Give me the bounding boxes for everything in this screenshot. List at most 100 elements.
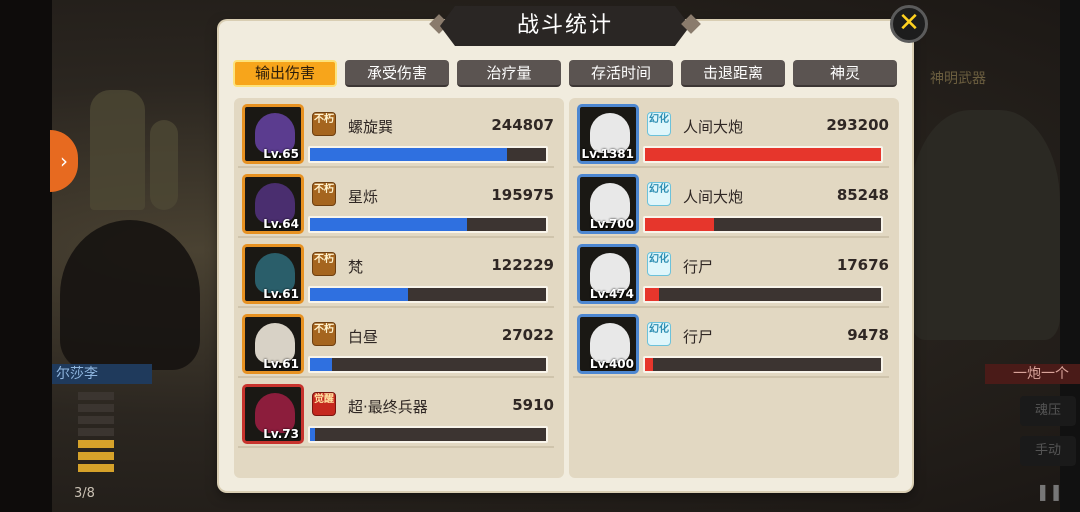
unit-row: Lv.73 觉醒 超·最终兵器 5910: [234, 378, 564, 448]
unit-level: Lv.61: [263, 357, 299, 371]
unit-row: Lv.400 幻化 行尸 9478: [569, 308, 899, 378]
row-divider: [238, 446, 554, 448]
unit-avatar[interactable]: Lv.474: [577, 244, 639, 304]
unit-avatar[interactable]: Lv.400: [577, 314, 639, 374]
row-divider: [573, 376, 889, 378]
rarity-badge: 幻化: [647, 252, 671, 276]
unit-name: 超·最终兵器: [348, 398, 428, 416]
close-icon[interactable]: ✕: [890, 5, 928, 43]
rarity-badge: 不朽: [312, 182, 336, 206]
energy-segment: [78, 428, 114, 436]
scene-creature-shadow: [60, 220, 200, 370]
manual-mode-button[interactable]: 手动: [1020, 436, 1076, 466]
energy-meter: [78, 392, 116, 482]
energy-count: 3/8: [74, 486, 95, 501]
stat-bar-fill: [310, 358, 332, 371]
stat-bar-fill: [645, 288, 660, 301]
unit-avatar[interactable]: Lv.1381: [577, 104, 639, 164]
unit-row: Lv.700 幻化 人间大炮 85248: [569, 168, 899, 238]
unit-avatar[interactable]: Lv.61: [242, 244, 304, 304]
unit-row: Lv.1381 幻化 人间大炮 293200: [569, 98, 899, 168]
unit-name: 星烁: [348, 188, 379, 206]
scene-left-edge: [0, 0, 52, 512]
unit-level: Lv.700: [589, 217, 634, 231]
stat-bar-fill: [645, 358, 653, 371]
stat-bar: [308, 146, 548, 163]
stat-bar: [643, 356, 883, 373]
unit-name: 人间大炮: [683, 118, 744, 136]
enemy-column: Lv.1381 幻化 人间大炮 293200 Lv.700 幻化 人间大炮 85248 Lv.4…: [569, 98, 899, 478]
unit-level: Lv.65: [263, 147, 299, 161]
energy-segment: [78, 416, 114, 424]
unit-avatar[interactable]: Lv.64: [242, 174, 304, 234]
rarity-badge: 不朽: [312, 112, 336, 136]
unit-name: 螺旋巽: [348, 118, 394, 136]
unit-stat-value: 293200: [826, 116, 889, 134]
unit-stat-value: 195975: [491, 186, 554, 204]
unit-stat-value: 27022: [501, 326, 554, 344]
unit-avatar[interactable]: Lv.61: [242, 314, 304, 374]
unit-name: 人间大炮: [683, 188, 744, 206]
tab-damage-dealt[interactable]: 输出伤害: [233, 60, 337, 87]
ally-column: Lv.65 不朽 螺旋巽 244807 Lv.64 不朽 星烁 195975 Lv.61 不朽梵 1…: [234, 98, 564, 478]
stat-bar-fill: [310, 428, 315, 441]
stat-bar: [308, 286, 548, 303]
pause-icon[interactable]: ❚❚: [1036, 482, 1063, 501]
stat-bar: [643, 216, 883, 233]
unit-avatar[interactable]: Lv.700: [577, 174, 639, 234]
stat-bar-fill: [645, 218, 714, 231]
unit-name: 梵: [348, 258, 364, 276]
stat-bar-fill: [310, 288, 409, 301]
unit-stat-value: 85248: [836, 186, 889, 204]
unit-level: Lv.474: [589, 287, 634, 301]
unit-name: 白昼: [348, 328, 379, 346]
scene-right-creature: [910, 110, 1060, 340]
unit-row: Lv.474 幻化 行尸 17676: [569, 238, 899, 308]
stat-bar: [643, 146, 883, 163]
stat-bar: [643, 286, 883, 303]
unit-avatar[interactable]: Lv.65: [242, 104, 304, 164]
tab-deity[interactable]: 神灵: [793, 60, 897, 87]
soul-pressure-button[interactable]: 魂压: [1020, 396, 1076, 426]
stat-tabs: 输出伤害 承受伤害 治疗量 存活时间 击退距离 神灵: [233, 60, 903, 88]
unit-level: Lv.64: [263, 217, 299, 231]
stat-bar: [308, 216, 548, 233]
tab-knockback-distance[interactable]: 击退距离: [681, 60, 785, 87]
unit-level: Lv.73: [263, 427, 299, 441]
rarity-badge: 不朽: [312, 252, 336, 276]
unit-level: Lv.400: [589, 357, 634, 371]
unit-row: Lv.61 不朽 白昼 27022: [234, 308, 564, 378]
unit-stat-value: 122229: [491, 256, 554, 274]
rarity-badge: 觉醒: [312, 392, 336, 416]
tab-healing[interactable]: 治疗量: [457, 60, 561, 87]
energy-segment: [78, 452, 114, 460]
tab-survival-time[interactable]: 存活时间: [569, 60, 673, 87]
stat-bar-fill: [310, 218, 468, 231]
unit-stat-value: 244807: [491, 116, 554, 134]
panel-title: 战斗统计: [440, 6, 690, 46]
energy-segment: [78, 392, 114, 400]
unit-row: Lv.61 不朽梵 122229: [234, 238, 564, 308]
unit-stat-value: 5910: [512, 396, 554, 414]
rarity-badge: 幻化: [647, 322, 671, 346]
energy-segment: [78, 404, 114, 412]
player-right-name: 一炮一个: [985, 364, 1080, 384]
energy-segment: [78, 440, 114, 448]
stat-bar-fill: [310, 148, 507, 161]
rarity-badge: 幻化: [647, 112, 671, 136]
stat-bar: [308, 426, 548, 443]
stat-bar: [308, 356, 548, 373]
stat-bar-fill: [645, 148, 881, 161]
unit-name: 行尸: [683, 328, 714, 346]
unit-name: 行尸: [683, 258, 714, 276]
unit-stat-value: 17676: [836, 256, 889, 274]
unit-row: Lv.64 不朽 星烁 195975: [234, 168, 564, 238]
unit-stat-value: 9478: [847, 326, 889, 344]
unit-avatar[interactable]: Lv.73: [242, 384, 304, 444]
scene-cactus-arm: [150, 120, 178, 210]
rarity-badge: 幻化: [647, 182, 671, 206]
rarity-badge: 不朽: [312, 322, 336, 346]
tab-damage-taken[interactable]: 承受伤害: [345, 60, 449, 87]
scene-cactus: [90, 90, 145, 210]
unit-level: Lv.61: [263, 287, 299, 301]
